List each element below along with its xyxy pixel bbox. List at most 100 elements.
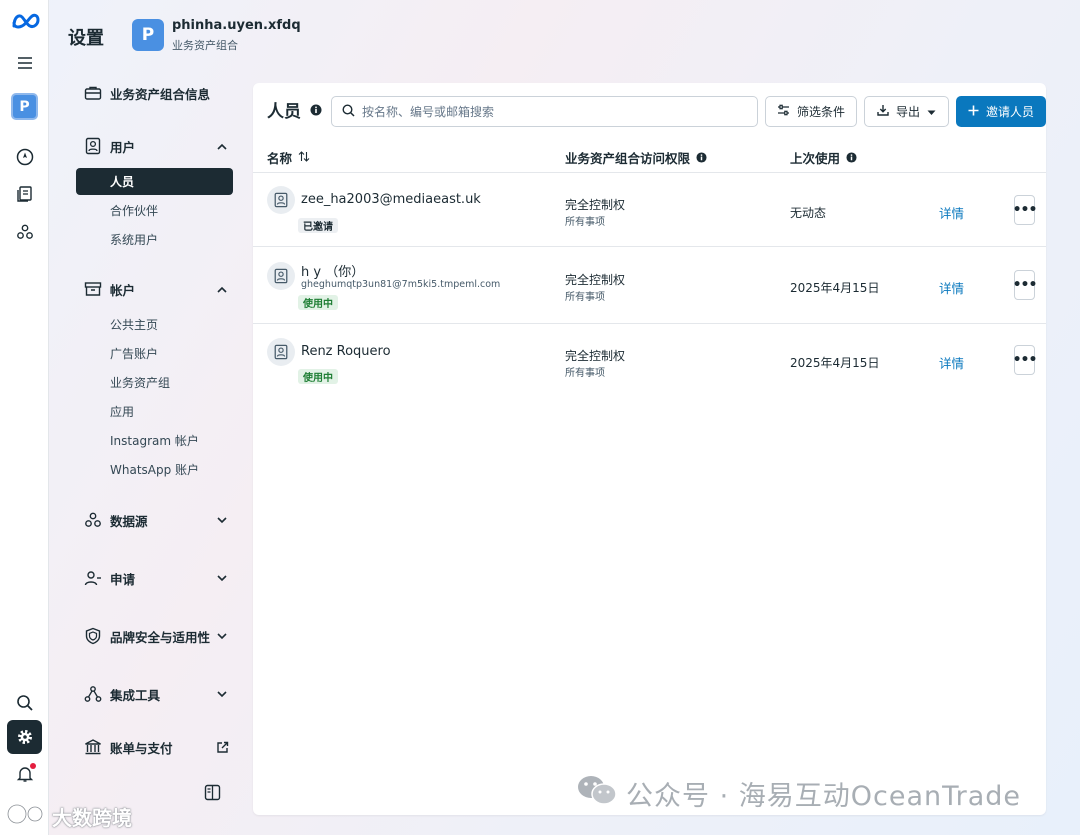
sidebar-item-system-users[interactable]: 系统用户 bbox=[76, 226, 233, 253]
details-link[interactable]: 详情 bbox=[939, 278, 964, 297]
table-row[interactable]: zee_ha2003@mediaeast.uk 已邀请 完全控制权 所有事项 无… bbox=[253, 172, 1046, 247]
page-title: 设置 bbox=[68, 28, 104, 49]
sidebar-group-data-sources[interactable]: 数据源 bbox=[76, 505, 233, 535]
chevron-up-icon bbox=[211, 143, 233, 150]
briefcase-icon bbox=[76, 85, 110, 101]
status-badge: 使用中 bbox=[298, 295, 338, 310]
invite-people-button[interactable]: 邀请人员 bbox=[956, 96, 1046, 127]
sidebar-billing[interactable]: 账单与支付 bbox=[76, 732, 233, 762]
meta-logo-icon[interactable] bbox=[11, 11, 41, 35]
sidebar-group-integrations[interactable]: 集成工具 bbox=[76, 679, 233, 709]
sidebar-group-requests[interactable]: 申请 bbox=[76, 563, 233, 593]
table-row[interactable]: h y （你） gheghumqtp3un81@7m5ki5.tmpeml.co… bbox=[253, 246, 1046, 323]
rail-search-button[interactable] bbox=[7, 686, 42, 720]
more-options-button[interactable]: ••• bbox=[1013, 270, 1037, 300]
left-rail: P bbox=[0, 0, 49, 835]
status-badge: 使用中 bbox=[298, 369, 338, 384]
sidebar-data-sources-label: 数据源 bbox=[110, 513, 148, 529]
status-badge: 已邀请 bbox=[298, 218, 338, 233]
portfolio-avatar[interactable]: P bbox=[132, 19, 164, 51]
sidebar-item-asset-groups[interactable]: 业务资产组 bbox=[76, 369, 233, 396]
user-badge-icon bbox=[267, 338, 295, 366]
table-row[interactable]: Renz Roquero 使用中 完全控制权 所有事项 2025年4月15日 详… bbox=[253, 323, 1046, 399]
info-icon[interactable] bbox=[696, 152, 707, 163]
info-icon[interactable] bbox=[310, 101, 322, 120]
sidebar-group-users[interactable]: 用户 bbox=[76, 131, 233, 161]
search-field[interactable] bbox=[331, 96, 758, 127]
portfolio-type: 业务资产组合 bbox=[172, 39, 238, 52]
portfolio-name[interactable]: phinha.uyen.xfdq bbox=[172, 18, 301, 33]
sort-icon[interactable] bbox=[298, 150, 310, 165]
archive-icon bbox=[76, 281, 110, 297]
search-input[interactable] bbox=[362, 104, 757, 119]
bank-icon bbox=[76, 738, 110, 756]
details-link[interactable]: 详情 bbox=[939, 203, 964, 222]
user-badge-icon bbox=[267, 186, 295, 214]
column-last-used-label: 上次使用 bbox=[790, 151, 841, 166]
caret-down-icon bbox=[927, 105, 936, 119]
collapse-sidebar-icon[interactable] bbox=[204, 784, 221, 805]
chevron-down-icon bbox=[211, 632, 233, 640]
sidebar-accounts-label: 帐户 bbox=[110, 282, 136, 298]
account-switcher-avatar[interactable]: P bbox=[11, 93, 38, 120]
sidebar-item-ad-accounts[interactable]: 广告账户 bbox=[76, 340, 233, 367]
rail-people-button[interactable] bbox=[7, 215, 42, 249]
watermark-dashu: 大数跨境 bbox=[6, 801, 132, 832]
sidebar-users-label: 用户 bbox=[110, 139, 136, 155]
rail-settings-button[interactable] bbox=[7, 720, 42, 754]
column-access-label: 业务资产组合访问权限 bbox=[565, 151, 691, 166]
chevron-down-icon bbox=[211, 690, 233, 698]
more-options-button[interactable]: ••• bbox=[1013, 345, 1037, 375]
user-badge-icon bbox=[76, 137, 110, 155]
dashu-logo-icon bbox=[6, 801, 46, 832]
person-name: zee_ha2003@mediaeast.uk bbox=[301, 192, 481, 207]
plus-icon bbox=[968, 105, 979, 119]
export-button[interactable]: 导出 bbox=[864, 96, 949, 127]
invite-button-label: 邀请人员 bbox=[985, 105, 1034, 119]
people-panel: 人员 筛选条件 导出 邀请人员 名称 bbox=[253, 83, 1046, 815]
data-sources-icon bbox=[76, 511, 110, 529]
access-level: 完全控制权 bbox=[565, 273, 626, 287]
person-name: h y （你） bbox=[301, 265, 365, 280]
sidebar-requests-label: 申请 bbox=[110, 571, 136, 587]
hamburger-icon bbox=[17, 56, 33, 70]
filter-sliders-icon bbox=[777, 104, 790, 119]
rail-home-button[interactable] bbox=[7, 140, 42, 174]
column-header-last-used: 上次使用 bbox=[790, 148, 857, 167]
sidebar-group-brand-safety[interactable]: 品牌安全与适用性 bbox=[76, 621, 233, 651]
chevron-down-icon bbox=[211, 574, 233, 582]
chevron-down-icon bbox=[211, 516, 233, 524]
sidebar-item-apps[interactable]: 应用 bbox=[76, 398, 233, 425]
shield-icon bbox=[76, 627, 110, 645]
access-scope: 所有事项 bbox=[565, 217, 605, 228]
sidebar-item-partners[interactable]: 合作伙伴 bbox=[76, 197, 233, 224]
watermark-text: 公众号 · 海易互动OceanTrade bbox=[626, 781, 1022, 812]
sidebar-item-pages[interactable]: 公共主页 bbox=[76, 311, 233, 338]
details-link[interactable]: 详情 bbox=[939, 353, 964, 372]
search-icon bbox=[342, 102, 355, 121]
pages-icon bbox=[16, 185, 34, 203]
column-name-label: 名称 bbox=[267, 151, 293, 166]
export-button-label: 导出 bbox=[895, 105, 920, 119]
column-header-name[interactable]: 名称 bbox=[267, 148, 310, 167]
table-header: 名称 业务资产组合访问权限 上次使用 bbox=[253, 141, 1046, 171]
filter-button[interactable]: 筛选条件 bbox=[765, 96, 857, 127]
sidebar-item-whatsapp[interactable]: WhatsApp 账户 bbox=[76, 456, 233, 483]
person-name: Renz Roquero bbox=[301, 344, 391, 359]
filter-button-label: 筛选条件 bbox=[796, 105, 845, 119]
menu-button[interactable] bbox=[7, 46, 42, 80]
sidebar-item-people[interactable]: 人员 bbox=[76, 168, 233, 195]
search-icon bbox=[16, 694, 34, 712]
last-used: 无动态 bbox=[790, 206, 827, 220]
sidebar-item-instagram[interactable]: Instagram 帐户 bbox=[76, 427, 233, 454]
sidebar-billing-label: 账单与支付 bbox=[110, 740, 173, 756]
last-used: 2025年4月15日 bbox=[790, 356, 880, 370]
sidebar-group-accounts[interactable]: 帐户 bbox=[76, 274, 233, 304]
watermark-oceantrade: 公众号 · 海易互动OceanTrade bbox=[576, 774, 1021, 813]
rail-notifications-button[interactable] bbox=[7, 757, 42, 791]
rail-pages-button[interactable] bbox=[7, 177, 42, 211]
info-icon[interactable] bbox=[846, 152, 857, 163]
sidebar-portfolio-info[interactable]: 业务资产组合信息 bbox=[76, 78, 233, 108]
access-scope: 所有事项 bbox=[565, 292, 605, 303]
more-options-button[interactable]: ••• bbox=[1013, 195, 1037, 225]
